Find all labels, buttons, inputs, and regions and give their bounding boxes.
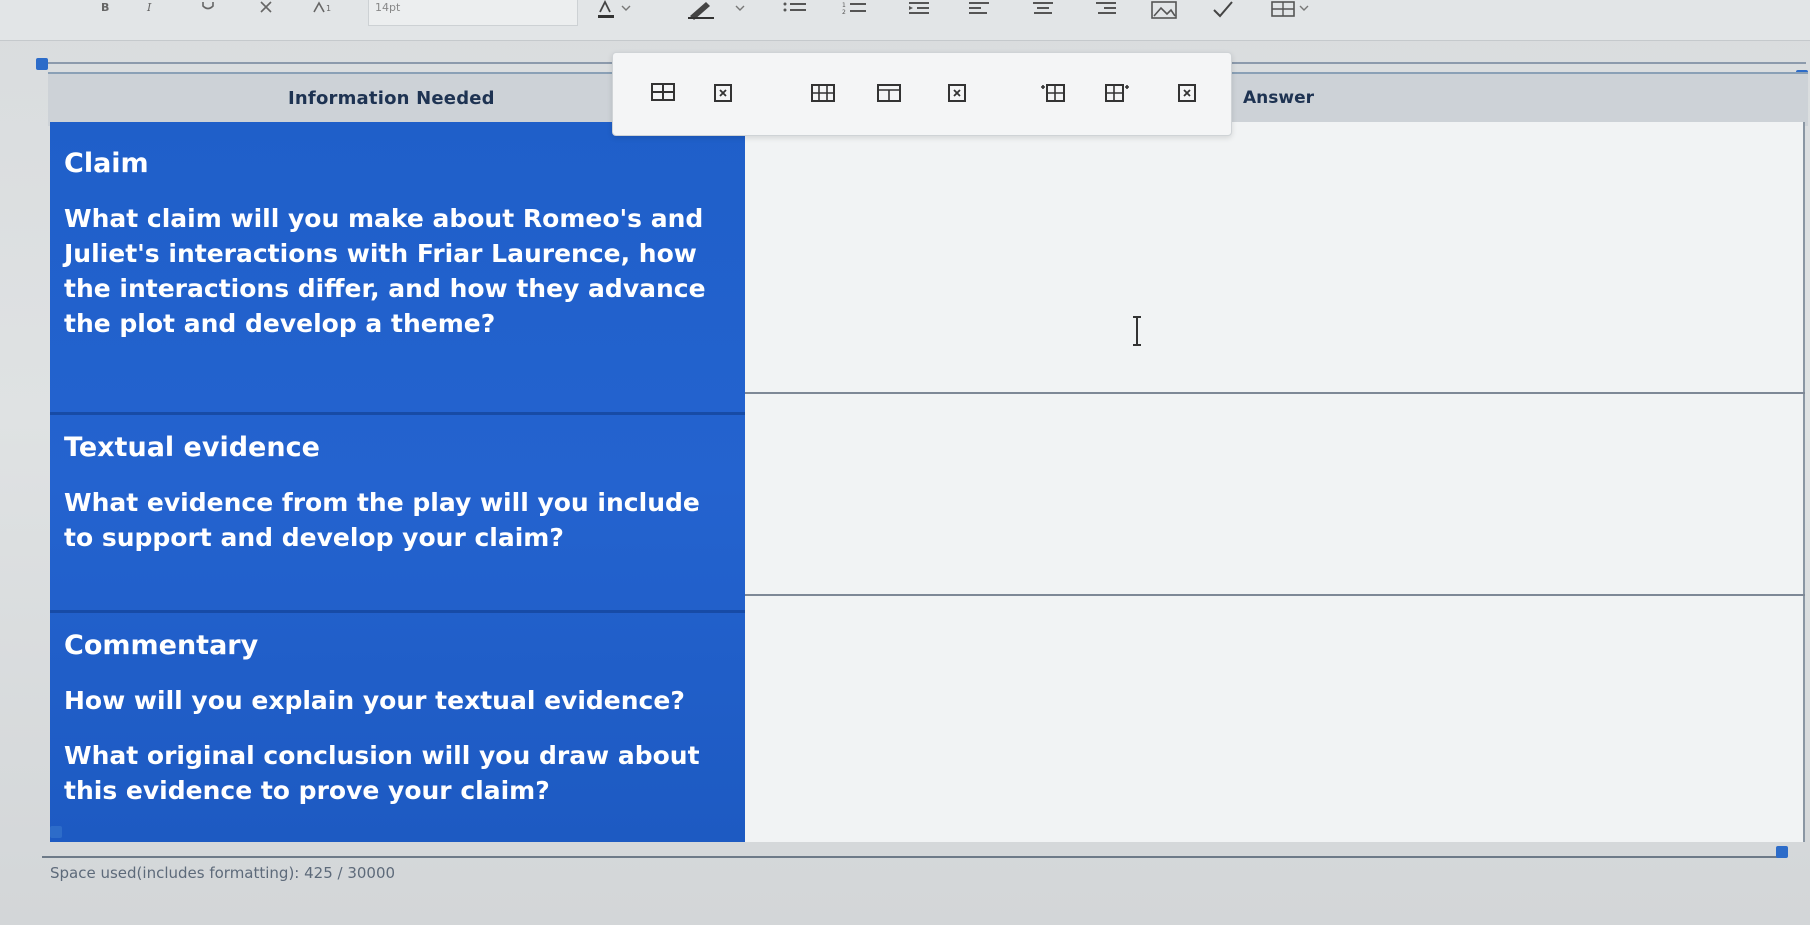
svg-text:1: 1 — [326, 4, 331, 13]
svg-text:2: 2 — [842, 9, 846, 16]
table-cell-claim[interactable]: Claim What claim will you make about Rom… — [50, 148, 745, 408]
resize-handle-top-left[interactable] — [36, 58, 48, 70]
insert-col-before-icon[interactable] — [1039, 81, 1067, 105]
svg-text:B: B — [101, 3, 109, 13]
resize-handle-bottom-left[interactable] — [50, 826, 62, 838]
align-center-icon[interactable] — [1028, 0, 1058, 22]
space-used-status: Space used(includes formatting): 425 / 3… — [50, 864, 396, 882]
svg-text:1: 1 — [842, 2, 846, 9]
header-answer: Answer — [1243, 88, 1314, 108]
row-divider — [50, 412, 745, 415]
row-divider — [50, 610, 745, 613]
strikethrough-icon[interactable] — [254, 0, 278, 22]
formatting-toolbar: B I 1 14pt 12 — [0, 0, 1810, 41]
row-title: Commentary — [64, 630, 259, 661]
answer-cell-commentary[interactable] — [745, 596, 1805, 842]
bulleted-list-icon[interactable] — [780, 0, 810, 22]
indent-icon[interactable] — [905, 0, 935, 22]
superscript-icon[interactable]: 1 — [310, 0, 336, 22]
text-cursor-icon — [1130, 315, 1144, 347]
text-color-icon[interactable] — [596, 0, 636, 22]
row-question: How will you explain your textual eviden… — [64, 686, 685, 715]
table-icon[interactable] — [1270, 0, 1314, 22]
info-column: Claim What claim will you make about Rom… — [50, 122, 745, 842]
editor-bottom-border — [42, 856, 1782, 858]
align-left-icon[interactable] — [965, 0, 995, 22]
row-title: Claim — [64, 148, 149, 179]
numbered-list-icon[interactable]: 12 — [840, 0, 870, 22]
row-question: What claim will you make about Romeo's a… — [64, 204, 706, 338]
underline-icon[interactable] — [196, 0, 220, 22]
font-size-field[interactable]: 14pt — [368, 0, 578, 26]
row-question: What original conclusion will you draw a… — [64, 741, 700, 805]
editor-screen: B I 1 14pt 12 Information Needed Answer … — [0, 0, 1810, 925]
answer-cell-textual-evidence[interactable] — [745, 394, 1805, 594]
row-title: Textual evidence — [64, 432, 320, 463]
insert-col-after-icon[interactable] — [1103, 81, 1131, 105]
insert-row-after-icon[interactable] — [875, 81, 903, 105]
table-toolbar — [612, 52, 1232, 136]
resize-handle-bottom-right[interactable] — [1776, 846, 1788, 858]
header-information-needed: Information Needed — [288, 88, 495, 109]
table-cell-commentary[interactable]: Commentary How will you explain your tex… — [50, 630, 745, 840]
svg-text:I: I — [146, 3, 152, 13]
bold-icon[interactable]: B — [96, 0, 116, 22]
delete-col-icon[interactable] — [1173, 81, 1201, 105]
highlight-icon[interactable] — [686, 0, 756, 22]
font-size-value: 14pt — [375, 1, 401, 14]
special-char-icon[interactable] — [1208, 0, 1238, 22]
delete-table-icon[interactable] — [709, 81, 737, 105]
image-icon[interactable] — [1148, 0, 1180, 22]
delete-row-icon[interactable] — [943, 81, 971, 105]
row-question: What evidence from the play will you inc… — [64, 488, 700, 552]
insert-row-before-icon[interactable] — [809, 81, 837, 105]
table-cell-textual-evidence[interactable]: Textual evidence What evidence from the … — [50, 432, 745, 632]
table-properties-icon[interactable] — [649, 81, 677, 105]
info-table: Information Needed Answer Claim What cla… — [40, 72, 1808, 852]
align-right-icon[interactable] — [1090, 0, 1120, 22]
answer-cell-claim[interactable] — [745, 122, 1805, 392]
italic-icon[interactable]: I — [140, 0, 160, 22]
